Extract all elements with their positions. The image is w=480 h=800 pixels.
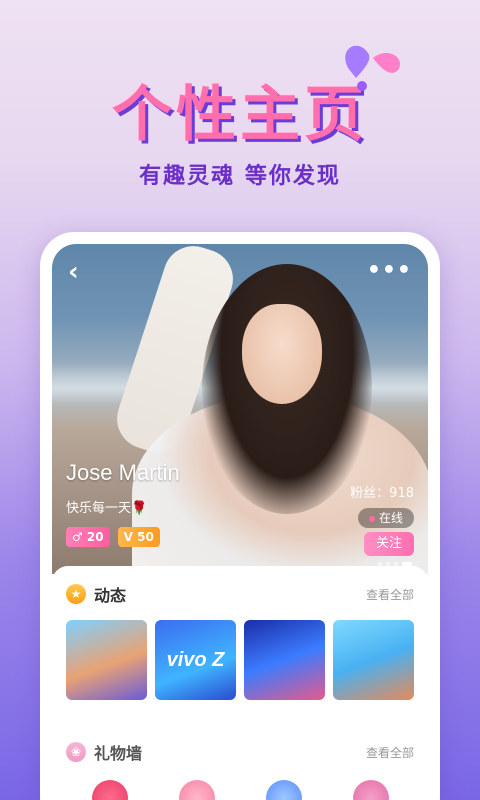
chevron-left-icon[interactable]: ‹ — [68, 259, 92, 285]
online-status: 在线 — [358, 508, 414, 528]
gifts-title: 礼物墙 — [94, 744, 143, 763]
user-name: Jose Martin — [66, 460, 180, 485]
profile-photo[interactable]: ‹ ••• Jose Martin 快乐每一天🌹 ♂ 20 V 50 粉丝：91… — [52, 244, 428, 574]
gift-icon: ❀ — [66, 742, 86, 762]
phone-mockup: ‹ ••• Jose Martin 快乐每一天🌹 ♂ 20 V 50 粉丝：91… — [40, 232, 440, 800]
online-dot-icon — [368, 515, 375, 522]
moment-thumbnail[interactable] — [244, 620, 325, 700]
gender-level-badge: ♂ 20 — [66, 527, 110, 547]
moment-thumbnail[interactable]: vivo Z — [155, 620, 236, 700]
paint-splash-icon — [345, 45, 400, 91]
gift-row — [66, 780, 414, 800]
thumbnail-label: vivo Z — [166, 648, 225, 671]
follow-button[interactable]: 关注 — [364, 532, 414, 556]
moment-thumbnail[interactable] — [66, 620, 147, 700]
hero-title: 个性主页 — [112, 80, 368, 150]
online-label: 在线 — [378, 511, 403, 525]
moments-view-all-link[interactable]: 查看全部 — [366, 586, 414, 603]
moments-thumbnails: vivo Z — [66, 620, 414, 700]
fans-count: 粉丝：918 — [350, 486, 414, 501]
lollipop-gift-icon[interactable] — [178, 780, 215, 800]
diamond-gift-icon[interactable] — [265, 780, 302, 800]
vip-level-badge: V 50 — [117, 527, 160, 547]
hero-subtitle: 有趣灵魂 等你发现 — [139, 164, 341, 189]
user-motto: 快乐每一天🌹 — [66, 501, 148, 516]
gifts-header: ❀ 礼物墙 查看全部 — [66, 740, 414, 764]
moments-header: ★ 动态 查看全部 — [66, 582, 414, 606]
photo-face — [242, 304, 322, 404]
rose-gift-icon[interactable] — [91, 780, 128, 800]
star-icon: ★ — [66, 584, 86, 604]
badge-row: ♂ 20 V 50 — [66, 527, 160, 547]
gifts-view-all-link[interactable]: 查看全部 — [366, 744, 414, 761]
profile-content-card: ★ 动态 查看全部 vivo Z ❀ 礼物墙 查看全部 — [52, 566, 428, 800]
more-dots-icon[interactable]: ••• — [367, 258, 412, 283]
moment-thumbnail[interactable] — [333, 620, 414, 700]
moments-title: 动态 — [94, 586, 127, 605]
microphone-gift-icon[interactable] — [352, 780, 389, 800]
